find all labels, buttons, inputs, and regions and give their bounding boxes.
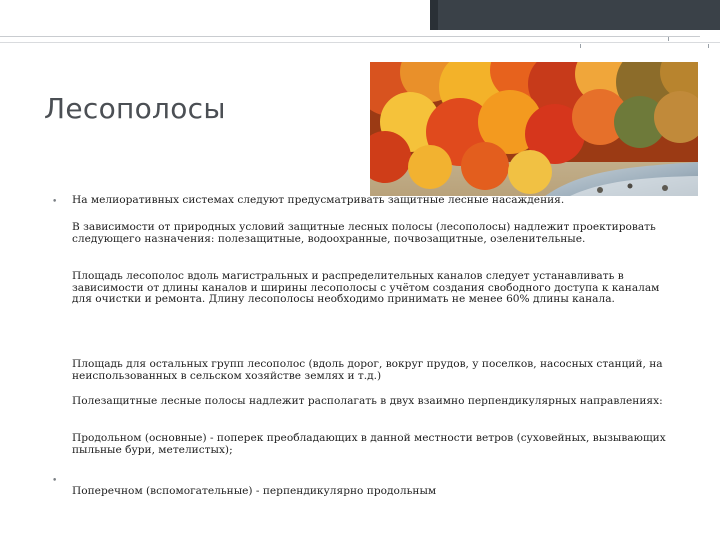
header-rule-secondary	[0, 42, 720, 43]
rule-tick	[708, 44, 709, 48]
header-bar	[430, 0, 720, 30]
header-rule	[0, 36, 700, 37]
paragraph: Площадь лесополос вдоль магистральных и …	[72, 270, 660, 305]
rule-tick	[580, 44, 581, 48]
paragraph: Продольном (основные) - поперек преоблад…	[72, 432, 666, 456]
paragraph: В зависимости от природных условий защит…	[72, 221, 656, 245]
paragraph: На мелиоративных системах следуют предус…	[72, 194, 565, 206]
bullet-marker: •	[52, 197, 58, 207]
slide: Лесополосы • • На мелиоративных системах…	[0, 0, 720, 540]
bullet-marker: •	[52, 476, 58, 486]
slide-title: Лесополосы	[44, 92, 226, 125]
paragraph: Площадь для остальных групп лесополос (в…	[72, 358, 663, 382]
paragraph: Поперечном (вспомогательные) - перпендик…	[72, 485, 437, 497]
autumn-forest-photo	[370, 62, 698, 196]
paragraph: Полезащитные лесные полосы надлежит расп…	[72, 395, 663, 407]
rule-tick	[668, 37, 669, 41]
